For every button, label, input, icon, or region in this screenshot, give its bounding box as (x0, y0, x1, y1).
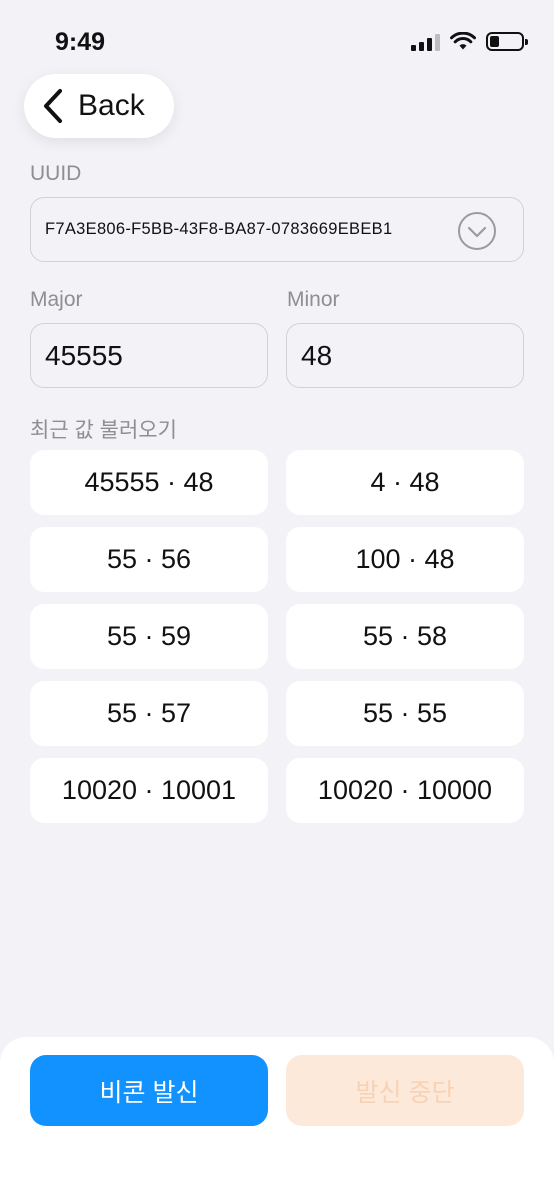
recent-value-button[interactable]: 55 · 55 (286, 681, 524, 746)
minor-label: Minor (287, 288, 340, 311)
chevron-down-circle-icon[interactable] (457, 211, 497, 251)
recent-values-label: 최근 값 불러오기 (30, 419, 177, 442)
recent-value-button[interactable]: 4 · 48 (286, 450, 524, 515)
recent-value-button[interactable]: 55 · 59 (30, 604, 268, 669)
major-label: Major (30, 288, 83, 311)
recent-value-button[interactable]: 45555 · 48 (30, 450, 268, 515)
bottom-action-bar: 비콘 발신 발신 중단 (0, 1037, 554, 1200)
minor-input[interactable]: 48 (286, 323, 524, 388)
status-time: 9:49 (55, 28, 106, 56)
uuid-value: F7A3E806-F5BB-43F8-BA87-0783669EBEB1 (45, 220, 393, 238)
uuid-label: UUID (30, 162, 82, 185)
cellular-signal-icon (411, 33, 440, 51)
chevron-left-icon (44, 89, 62, 123)
wifi-icon (450, 32, 476, 50)
recent-value-button[interactable]: 100 · 48 (286, 527, 524, 592)
status-bar: 9:49 (0, 0, 554, 70)
uuid-field[interactable]: F7A3E806-F5BB-43F8-BA87-0783669EBEB1 (30, 197, 524, 262)
back-label: Back (78, 89, 145, 122)
start-broadcast-button[interactable]: 비콘 발신 (30, 1055, 268, 1126)
recent-value-button[interactable]: 55 · 56 (30, 527, 268, 592)
recent-value-button[interactable]: 10020 · 10000 (286, 758, 524, 823)
recent-value-button[interactable]: 10020 · 10001 (30, 758, 268, 823)
recent-value-button[interactable]: 55 · 57 (30, 681, 268, 746)
recent-value-button[interactable]: 55 · 58 (286, 604, 524, 669)
back-button[interactable]: Back (24, 74, 174, 138)
status-icons (411, 32, 528, 51)
major-input[interactable]: 45555 (30, 323, 268, 388)
battery-icon (486, 32, 528, 51)
stop-broadcast-button[interactable]: 발신 중단 (286, 1055, 524, 1126)
